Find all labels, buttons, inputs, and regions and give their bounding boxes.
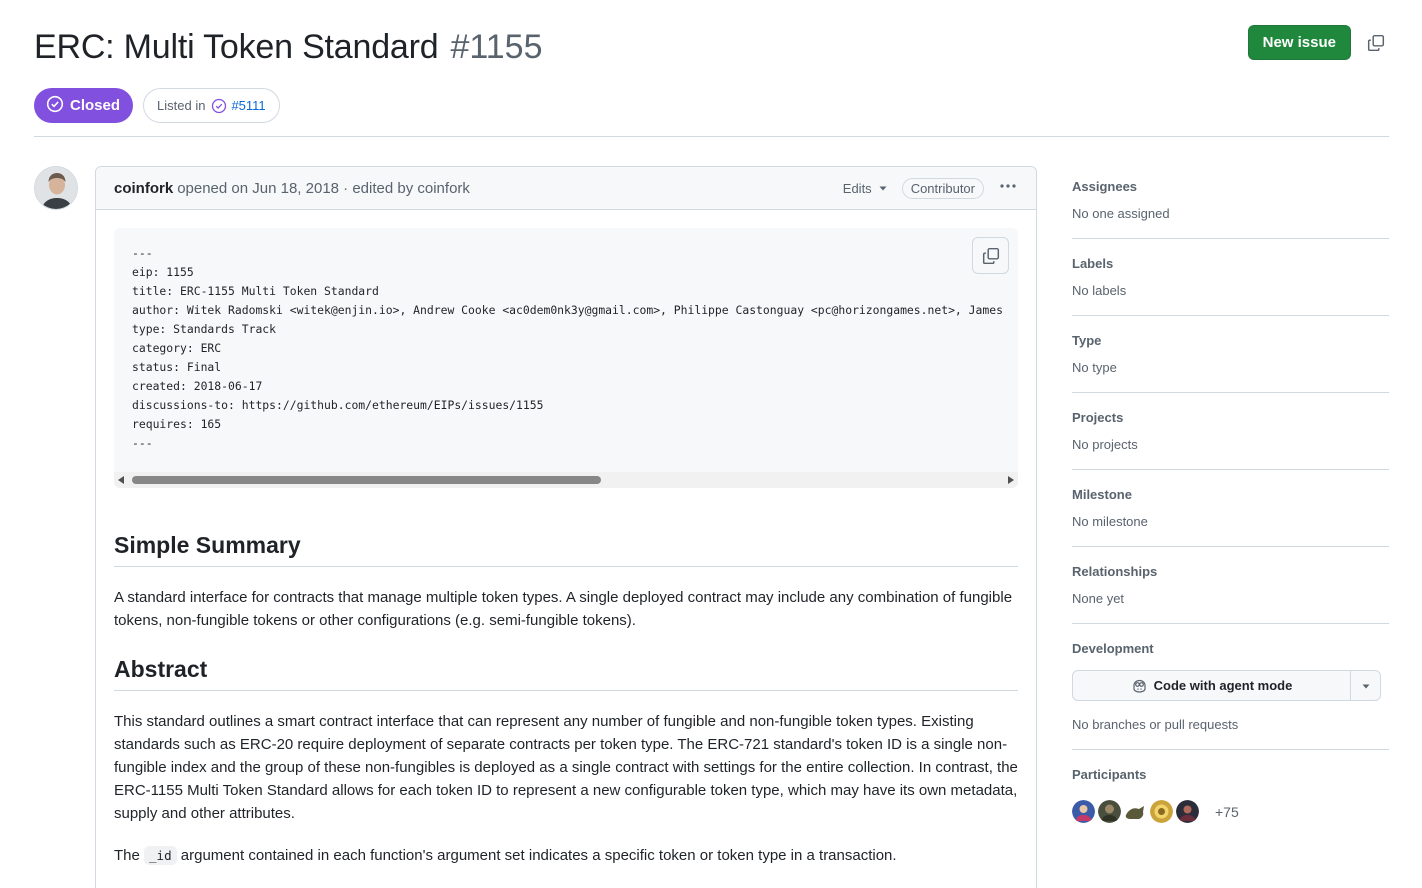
markdown-body: Simple Summary A standard interface for … — [114, 532, 1018, 867]
code-content: --- eip: 1155 title: ERC-1155 Multi Toke… — [132, 246, 1003, 450]
avatar[interactable] — [1098, 800, 1121, 823]
relationships-value: None yet — [1072, 591, 1125, 606]
type-title: Type — [1072, 333, 1102, 348]
labels-value: No labels — [1072, 283, 1127, 298]
issue-title: ERC: Multi Token Standard — [34, 28, 439, 66]
avatar[interactable] — [1124, 800, 1147, 823]
development-value: No branches or pull requests — [1072, 717, 1239, 732]
participants-title: Participants — [1072, 767, 1147, 782]
avatar[interactable] — [34, 166, 78, 210]
comment-header-actions: Edits Contributor — [843, 177, 1018, 199]
development-title: Development — [1072, 641, 1154, 656]
issue-number: #1155 — [450, 28, 543, 66]
agent-options-dropdown[interactable] — [1351, 671, 1380, 700]
copy-icon[interactable] — [1365, 32, 1387, 54]
comment-meta: opened on Jun 18, 2018 · edited by coinf… — [177, 179, 470, 197]
copy-code-button[interactable] — [972, 237, 1009, 274]
edits-label: Edits — [842, 180, 872, 196]
header-actions: New issue — [1247, 25, 1387, 60]
scroll-left-arrow[interactable] — [118, 476, 124, 484]
state-label: Closed — [70, 97, 121, 114]
relationships-title: Relationships — [1072, 564, 1158, 579]
sidebar-labels[interactable]: Labels No labels — [1072, 256, 1389, 316]
issue-comment: coinfork opened on Jun 18, 2018 · edited… — [95, 166, 1037, 888]
contributor-badge: Contributor — [901, 177, 984, 199]
sidebar-milestone[interactable]: Milestone No milestone — [1072, 487, 1389, 547]
inline-code-id: _id — [144, 846, 177, 865]
sidebar-relationships[interactable]: Relationships None yet — [1072, 564, 1389, 624]
scroll-thumb[interactable] — [132, 476, 601, 484]
participants-avatars: +75 — [1072, 800, 1389, 823]
assignees-value: No one assigned — [1072, 206, 1170, 221]
agent-mode-split-button: Code with agent mode — [1072, 670, 1381, 701]
copy-icon — [982, 247, 999, 264]
check-circle-icon — [46, 95, 64, 117]
triangle-down-icon — [1362, 684, 1369, 688]
sidebar-projects[interactable]: Projects No projects — [1072, 410, 1389, 470]
scroll-right-arrow[interactable] — [1008, 476, 1014, 484]
triangle-down-icon — [878, 183, 888, 193]
paragraph-summary: A standard interface for contracts that … — [114, 589, 1013, 629]
heading-simple-summary: Simple Summary — [114, 532, 1018, 567]
paragraph-id-argument: The _id argument contained in each funct… — [114, 844, 1018, 867]
id-text-after: argument contained in each function's ar… — [180, 847, 897, 864]
avatar[interactable] — [1072, 800, 1095, 823]
issue-closed-icon — [211, 98, 227, 114]
comment-header: coinfork opened on Jun 18, 2018 · edited… — [96, 167, 1036, 210]
issue-state-row: Closed Listed in #5111 — [34, 88, 280, 123]
assignees-title: Assignees — [1072, 179, 1138, 194]
milestone-title: Milestone — [1072, 487, 1132, 502]
frontmatter-code-block: --- eip: 1155 title: ERC-1155 Multi Toke… — [114, 228, 1018, 488]
type-value: No type — [1072, 360, 1117, 375]
sidebar-participants: Participants +75 — [1072, 767, 1389, 823]
code-with-agent-button[interactable]: Code with agent mode — [1073, 671, 1351, 700]
participants-more-count[interactable]: +75 — [1215, 804, 1239, 820]
milestone-value: No milestone — [1072, 514, 1148, 529]
paragraph-abstract: This standard outlines a smart contract … — [114, 713, 1018, 822]
agent-button-label: Code with agent mode — [1153, 678, 1293, 693]
horizontal-scrollbar[interactable] — [114, 472, 1018, 488]
listed-in-link[interactable]: #5111 — [231, 98, 265, 113]
sidebar-assignees[interactable]: Assignees No one assigned — [1072, 179, 1389, 239]
heading-abstract: Abstract — [114, 656, 1018, 691]
avatar[interactable] — [1176, 800, 1199, 823]
issue-sidebar: Assignees No one assigned Labels No labe… — [1072, 176, 1389, 823]
projects-title: Projects — [1072, 410, 1124, 425]
header-divider — [34, 136, 1389, 137]
sidebar-development: Development Code with agent mode No bran… — [1072, 641, 1389, 750]
edits-dropdown[interactable]: Edits — [843, 181, 888, 196]
new-issue-button[interactable]: New issue — [1247, 25, 1351, 60]
listed-in-badge: Listed in #5111 — [143, 88, 280, 123]
listed-in-label: Listed in — [157, 98, 206, 113]
sidebar-type[interactable]: Type No type — [1072, 333, 1389, 393]
copilot-icon — [1131, 678, 1148, 694]
avatar[interactable] — [1150, 800, 1173, 823]
comment-body: --- eip: 1155 title: ERC-1155 Multi Toke… — [96, 210, 1036, 867]
kebab-horizontal-icon[interactable] — [998, 178, 1018, 199]
projects-value: No projects — [1072, 437, 1138, 452]
comment-author-link[interactable]: coinfork — [114, 180, 173, 197]
labels-title: Labels — [1072, 256, 1114, 271]
title-row: ERC: Multi Token Standard #1155 — [34, 28, 1389, 67]
closed-state-badge: Closed — [34, 88, 134, 123]
id-text-before: The — [114, 847, 140, 864]
issue-header: ERC: Multi Token Standard #1155 New issu… — [34, 25, 1389, 67]
